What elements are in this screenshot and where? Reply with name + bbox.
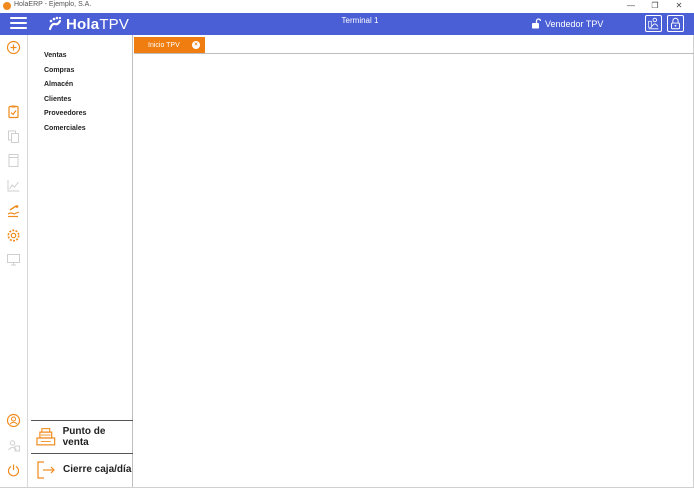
app-header: HolaTPV Terminal 1 Vendedor TPV (0, 13, 694, 35)
tab-strip-border (134, 53, 694, 54)
menu-item-almacen[interactable]: Almacén (44, 80, 86, 95)
title-bar: HolaERP - Ejemplo, S.A. — ❐ ✕ (0, 0, 694, 13)
hand-logo-icon (48, 16, 62, 31)
minimize-button[interactable]: — (620, 0, 642, 13)
app-window: HolaERP - Ejemplo, S.A. — ❐ ✕ HolaTPV Te… (0, 0, 694, 498)
main-content: Inicio TPV × (134, 35, 694, 487)
clipboard-check-icon[interactable] (6, 104, 21, 119)
close-register-button[interactable]: Cierre caja/día (31, 453, 133, 485)
icon-rail (0, 35, 28, 498)
restore-button[interactable]: ❐ (644, 0, 666, 13)
close-register-label: Cierre caja/día (63, 464, 132, 475)
status-bar (0, 487, 694, 498)
close-button[interactable]: ✕ (668, 0, 690, 13)
tab-close-icon[interactable]: × (192, 41, 200, 49)
lock-button[interactable] (667, 15, 684, 32)
exit-arrow-icon (37, 460, 55, 479)
menu-list: Ventas Compras Almacén Clientes Proveedo… (44, 51, 86, 139)
user-circle-icon[interactable] (6, 413, 21, 428)
brand-name-light: TPV (99, 15, 130, 33)
brand-logo: HolaTPV (46, 15, 129, 33)
documents-icon[interactable] (6, 129, 21, 144)
tab-inicio-tpv[interactable]: Inicio TPV × (134, 37, 205, 53)
user-card-icon[interactable] (6, 438, 21, 453)
user-keypad-icon (648, 17, 659, 30)
hand-coins-icon[interactable] (6, 203, 21, 218)
hamburger-menu-icon[interactable] (10, 17, 27, 31)
pos-button[interactable]: Punto de venta (31, 420, 133, 452)
document-icon[interactable] (6, 153, 21, 168)
monitor-icon[interactable] (6, 252, 21, 267)
menu-item-proveedores[interactable]: Proveedores (44, 109, 86, 124)
unlock-icon (532, 18, 541, 29)
cash-register-icon (36, 427, 56, 445)
brand-name-bold: Hola (66, 15, 100, 33)
chart-line-icon[interactable] (6, 178, 21, 193)
pos-button-label: Punto de venta (62, 425, 106, 448)
add-circle-icon[interactable] (6, 40, 21, 55)
padlock-icon (671, 17, 680, 30)
terminal-name: Terminal 1 (341, 16, 379, 25)
current-user[interactable]: Vendedor TPV (545, 19, 603, 29)
user-switch-button[interactable] (645, 15, 662, 32)
menu-item-ventas[interactable]: Ventas (44, 51, 86, 66)
tab-label: Inicio TPV (148, 41, 180, 49)
menu-item-clientes[interactable]: Clientes (44, 95, 86, 110)
menu-item-compras[interactable]: Compras (44, 66, 86, 81)
gear-icon[interactable] (6, 228, 21, 243)
app-logo-icon (3, 2, 11, 10)
menu-item-comerciales[interactable]: Comerciales (44, 124, 86, 139)
window-title: HolaERP - Ejemplo, S.A. (14, 1, 92, 8)
power-icon[interactable] (6, 463, 21, 478)
